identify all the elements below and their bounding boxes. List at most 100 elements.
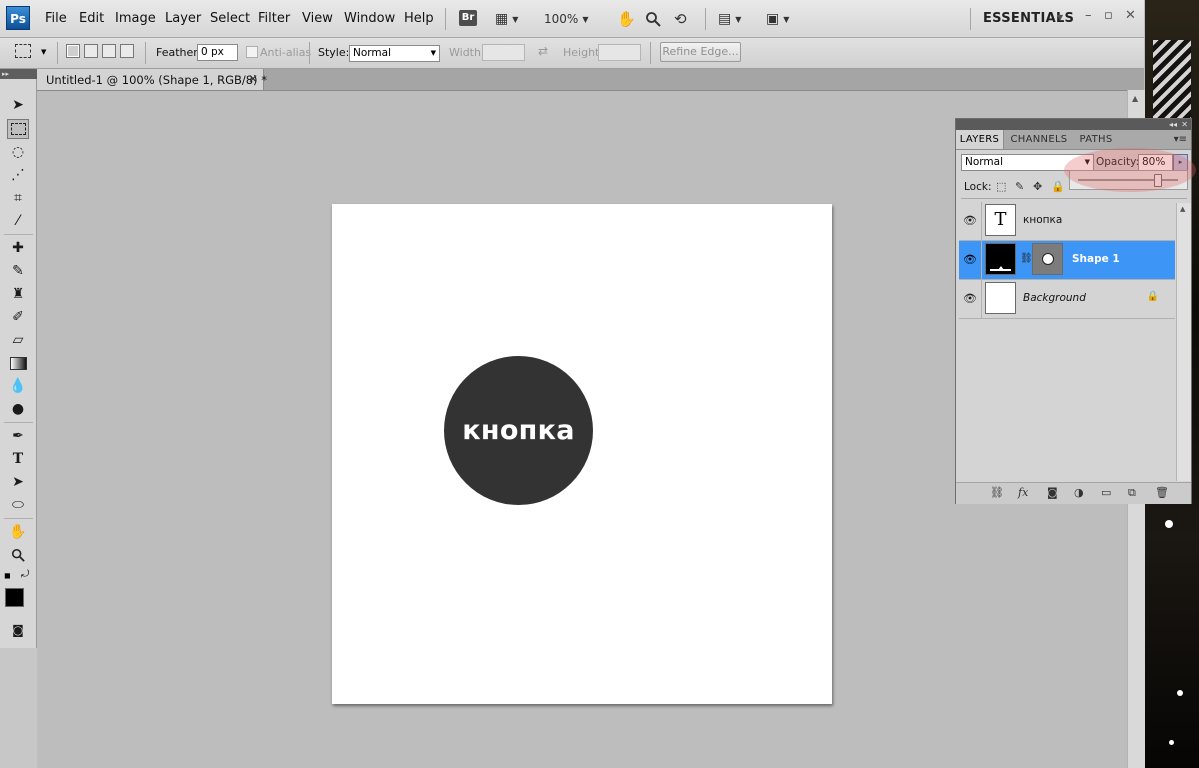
new-group-icon[interactable]: ▭ — [1101, 486, 1111, 499]
style-select[interactable]: Normal ▼ — [349, 45, 440, 62]
subtract-selection-button[interactable] — [102, 44, 116, 58]
visibility-eye-icon[interactable]: 👁 — [963, 214, 977, 227]
clone-stamp-tool-icon[interactable]: ♜ — [7, 284, 29, 304]
document-tab[interactable]: Untitled-1 @ 100% (Shape 1, RGB/8) * ✕ — [37, 69, 267, 90]
eraser-tool-icon[interactable]: ▱ — [7, 330, 29, 350]
link-layers-icon[interactable]: ⛓ — [990, 486, 1004, 499]
maximize-icon[interactable]: ▫ — [1104, 8, 1113, 23]
scroll-up-icon[interactable]: ▲ — [1132, 94, 1138, 103]
tab-channels[interactable]: CHANNELS — [1006, 130, 1072, 149]
menu-image[interactable]: Image — [115, 11, 156, 26]
layers-scrollbar[interactable]: ▲ — [1176, 203, 1191, 481]
blend-mode-select[interactable]: Normal ▼ — [961, 154, 1094, 171]
layer-name[interactable]: Background — [1023, 292, 1086, 304]
lock-position-icon[interactable]: ✥ — [1033, 180, 1042, 193]
menu-layer[interactable]: Layer — [165, 11, 201, 26]
workspace-chevron-down-icon[interactable]: ▼ — [1057, 13, 1063, 22]
zoom-tool-button[interactable] — [645, 9, 661, 29]
healing-brush-tool-icon[interactable]: ✚ — [7, 238, 29, 258]
tab-layers[interactable]: LAYERS — [956, 130, 1004, 149]
document-canvas[interactable]: кнопка — [332, 204, 832, 704]
minimize-icon[interactable]: – — [1085, 8, 1092, 23]
gradient-tool-icon[interactable] — [7, 353, 29, 373]
brush-tool-icon[interactable]: ✎ — [7, 261, 29, 281]
menu-view[interactable]: View — [302, 11, 333, 26]
path-selection-tool-icon[interactable]: ➤ — [7, 472, 29, 492]
anti-alias-checkbox[interactable] — [246, 46, 258, 58]
new-selection-button[interactable] — [66, 44, 80, 58]
opacity-slider-thumb[interactable] — [1154, 174, 1162, 187]
foreground-color-swatch[interactable] — [5, 588, 24, 607]
menu-help[interactable]: Help — [404, 11, 434, 26]
link-chain-icon[interactable]: ⛓ — [1020, 253, 1033, 264]
quick-mask-icon[interactable]: ◙ — [7, 620, 29, 640]
blur-tool-icon[interactable]: 💧 — [7, 376, 29, 396]
layer-row-shape[interactable]: 👁 ⛓ Shape 1 — [959, 241, 1175, 280]
close-panel-icon[interactable]: ✕ — [1181, 119, 1188, 130]
move-tool-icon[interactable]: ➤ — [7, 95, 29, 115]
close-icon[interactable]: ✕ — [1125, 8, 1136, 23]
zoom-tool-icon[interactable] — [7, 545, 29, 565]
opacity-input[interactable]: 80% — [1138, 154, 1173, 171]
lock-all-icon[interactable]: 🔒 — [1051, 180, 1065, 193]
layer-style-fx-icon[interactable]: fx — [1018, 486, 1028, 499]
panel-menu-icon[interactable]: ▾≡ — [1174, 134, 1187, 145]
lasso-tool-icon[interactable]: ◌ — [7, 142, 29, 162]
height-input[interactable] — [598, 44, 641, 61]
layer-row-text[interactable]: 👁 T кнопка — [959, 202, 1175, 241]
marquee-tool-preset-icon[interactable] — [15, 44, 31, 58]
menu-file[interactable]: File — [45, 11, 67, 26]
view-extras-button[interactable]: ▦ ▼ — [495, 9, 518, 29]
add-selection-button[interactable] — [84, 44, 98, 58]
toolbox-header[interactable]: ▸▸ — [0, 69, 37, 79]
intersect-selection-button[interactable] — [120, 44, 134, 58]
zoom-level-select[interactable]: 100% ▼ — [544, 9, 588, 29]
type-tool-icon[interactable]: T — [7, 449, 29, 469]
width-input[interactable] — [482, 44, 525, 61]
screen-mode-button[interactable]: ▣ ▼ — [766, 9, 789, 29]
bridge-icon[interactable]: Br — [459, 10, 477, 26]
menu-window[interactable]: Window — [344, 11, 395, 26]
crop-tool-icon[interactable]: ⌗ — [7, 188, 29, 208]
photoshop-logo[interactable]: Ps — [6, 6, 30, 30]
visibility-eye-icon[interactable]: 👁 — [963, 292, 977, 305]
tab-paths[interactable]: PATHS — [1075, 130, 1117, 149]
panel-titlebar[interactable]: ◂◂ ✕ — [956, 119, 1191, 130]
layer-name[interactable]: Shape 1 — [1072, 253, 1120, 265]
swap-colors-icon[interactable]: ⤾ — [21, 569, 29, 580]
circle-shape[interactable]: кнопка — [444, 356, 593, 505]
hand-tool-icon[interactable]: ✋ — [7, 522, 29, 542]
scroll-up-icon[interactable]: ▲ — [1180, 205, 1185, 213]
adjustment-layer-icon[interactable]: ◑ — [1074, 486, 1084, 499]
button-text-layer[interactable]: кнопка — [462, 415, 575, 446]
opacity-slider-toggle[interactable]: ▸ — [1173, 154, 1188, 171]
rotate-view-button[interactable]: ⟲ — [674, 9, 687, 29]
swap-dimensions-icon[interactable]: ⇄ — [538, 44, 548, 58]
default-colors-icon[interactable]: ◼ — [4, 571, 11, 580]
visibility-eye-icon[interactable]: 👁 — [963, 253, 977, 266]
close-tab-icon[interactable]: ✕ — [248, 72, 258, 86]
menu-filter[interactable]: Filter — [258, 11, 290, 26]
new-layer-icon[interactable]: ⧉ — [1128, 486, 1136, 500]
layer-name[interactable]: кнопка — [1023, 214, 1062, 226]
menu-edit[interactable]: Edit — [79, 11, 104, 26]
history-brush-tool-icon[interactable]: ✐ — [7, 307, 29, 327]
lock-transparent-pixels-icon[interactable]: ⬚ — [996, 180, 1006, 193]
menu-select[interactable]: Select — [210, 11, 250, 26]
quick-selection-tool-icon[interactable]: ⋰ — [7, 165, 29, 185]
pen-tool-icon[interactable]: ✒ — [7, 426, 29, 446]
add-mask-icon[interactable]: ◙ — [1047, 486, 1058, 499]
eyedropper-tool-icon[interactable]: ⁄ — [7, 211, 29, 231]
chevron-down-icon[interactable]: ▼ — [41, 48, 46, 56]
opacity-slider-track[interactable] — [1078, 179, 1178, 181]
ellipse-tool-icon[interactable]: ⬭ — [7, 495, 29, 515]
rectangular-marquee-tool-icon[interactable] — [7, 119, 29, 139]
feather-input[interactable]: 0 px — [197, 44, 238, 61]
layer-row-background[interactable]: 👁 Background 🔒 — [959, 280, 1175, 319]
collapse-panel-icon[interactable]: ◂◂ — [1169, 119, 1177, 130]
dodge-tool-icon[interactable]: ● — [7, 399, 29, 419]
hand-tool-button[interactable]: ✋ — [617, 9, 636, 29]
delete-layer-icon[interactable]: 🗑 — [1155, 486, 1169, 499]
refine-edge-button[interactable]: Refine Edge... — [660, 42, 741, 62]
arrange-documents-button[interactable]: ▤ ▼ — [718, 9, 741, 29]
